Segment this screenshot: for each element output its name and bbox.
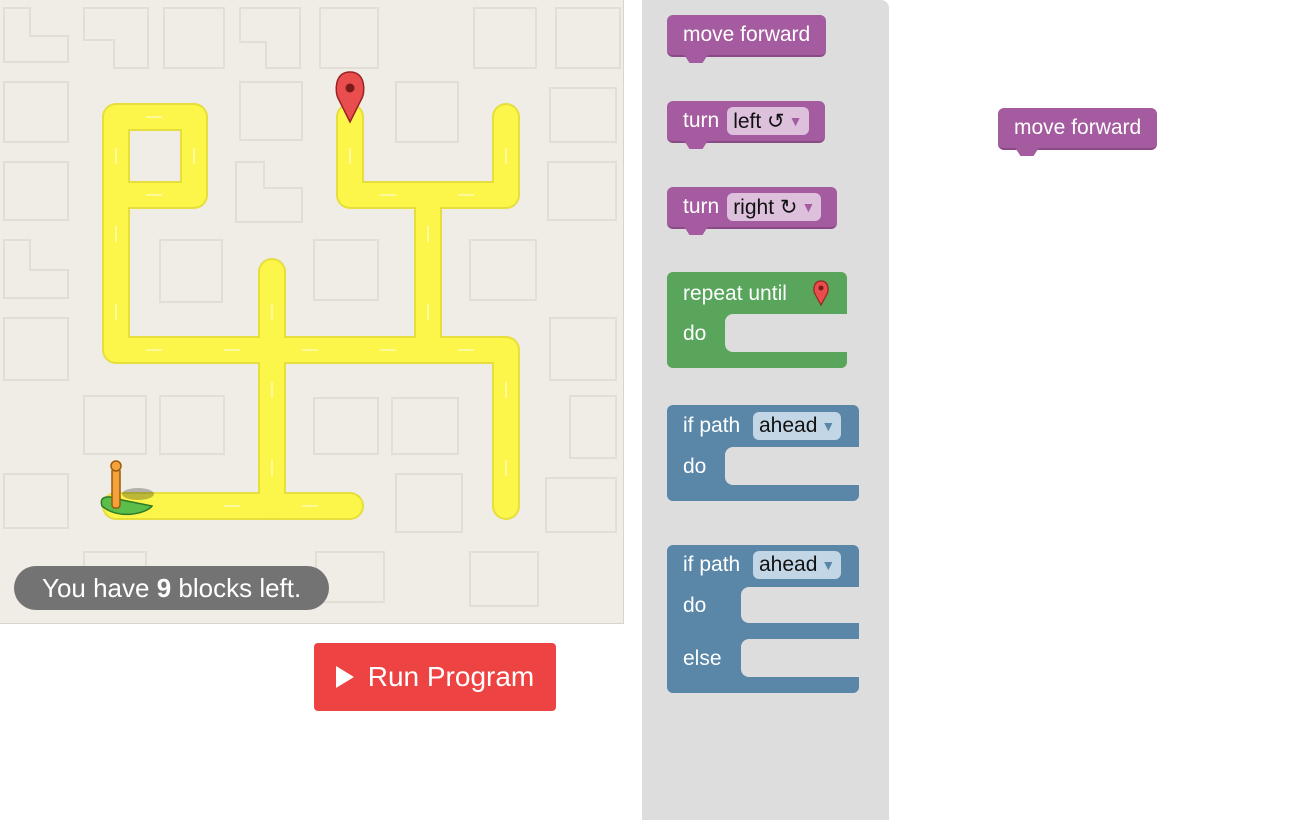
toolbox-if-else-block[interactable]: if path ahead ▼ do else: [667, 545, 859, 693]
turn-left-dropdown[interactable]: left ↺ ▼: [727, 107, 809, 135]
turn-right-dropdown[interactable]: right ↻ ▼: [727, 193, 822, 221]
repeat-until-label: repeat until: [683, 282, 787, 305]
if-else-option: ahead: [759, 553, 818, 576]
turn-left-label: turn: [683, 109, 720, 132]
if-path-label: if path: [683, 414, 741, 437]
if-path-option: ahead: [759, 414, 818, 437]
capacity-suffix: blocks left.: [171, 573, 302, 603]
run-program-label: Run Program: [367, 661, 535, 692]
maze-path: [102, 103, 520, 520]
run-program-button[interactable]: Run Program: [314, 643, 556, 711]
move-forward-label: move forward: [683, 23, 811, 46]
repeat-do-label: do: [683, 322, 707, 345]
if-else-else-slot[interactable]: [741, 639, 859, 677]
turn-left-option: left ↺: [733, 109, 785, 133]
repeat-do-slot[interactable]: [725, 314, 847, 352]
workspace-move-forward-label: move forward: [1014, 116, 1142, 139]
play-icon: [335, 666, 354, 688]
toolbox: move forward turn left ↺ ▼ turn right ↻ ▼ …: [642, 0, 889, 820]
maze-board: You have 9 blocks left.: [0, 0, 624, 624]
if-else-dropdown[interactable]: ahead ▼: [753, 551, 842, 579]
block-connector: [683, 139, 709, 149]
dropdown-arrow-icon: ▼: [821, 418, 836, 434]
goal-marker-icon: [813, 280, 829, 306]
toolbox-move-forward-block[interactable]: move forward: [667, 15, 827, 63]
toolbox-turn-right-block[interactable]: turn right ↻ ▼: [667, 187, 838, 235]
capacity-prefix: You have: [42, 573, 157, 603]
pegman-icon: [100, 460, 154, 516]
toolbox-repeat-until-block[interactable]: repeat until do: [667, 272, 847, 368]
if-path-dropdown[interactable]: ahead ▼: [753, 412, 842, 440]
block-connector: [1014, 146, 1040, 156]
if-else-else-label: else: [683, 647, 722, 670]
if-do-label: do: [683, 455, 707, 478]
block-connector: [683, 225, 709, 235]
dropdown-arrow-icon: ▼: [801, 199, 816, 215]
if-else-do-slot[interactable]: [741, 587, 859, 623]
capacity-count: 9: [156, 573, 172, 603]
toolbox-if-path-block[interactable]: if path ahead ▼ do: [667, 405, 859, 501]
dropdown-arrow-icon: ▼: [821, 557, 836, 573]
maze-graphics: [3, 7, 621, 607]
if-else-do-label: do: [683, 594, 707, 617]
if-else-path-label: if path: [683, 553, 741, 576]
dropdown-arrow-icon: ▼: [788, 113, 803, 129]
turn-right-option: right ↻: [733, 195, 798, 219]
toolbox-turn-left-block[interactable]: turn left ↺ ▼: [667, 101, 825, 149]
block-connector: [683, 53, 709, 63]
blocks-left-indicator: You have 9 blocks left.: [14, 566, 330, 610]
workspace-move-forward-block[interactable]: move forward: [998, 108, 1158, 156]
turn-right-label: turn: [683, 195, 720, 218]
if-do-slot[interactable]: [725, 447, 859, 485]
